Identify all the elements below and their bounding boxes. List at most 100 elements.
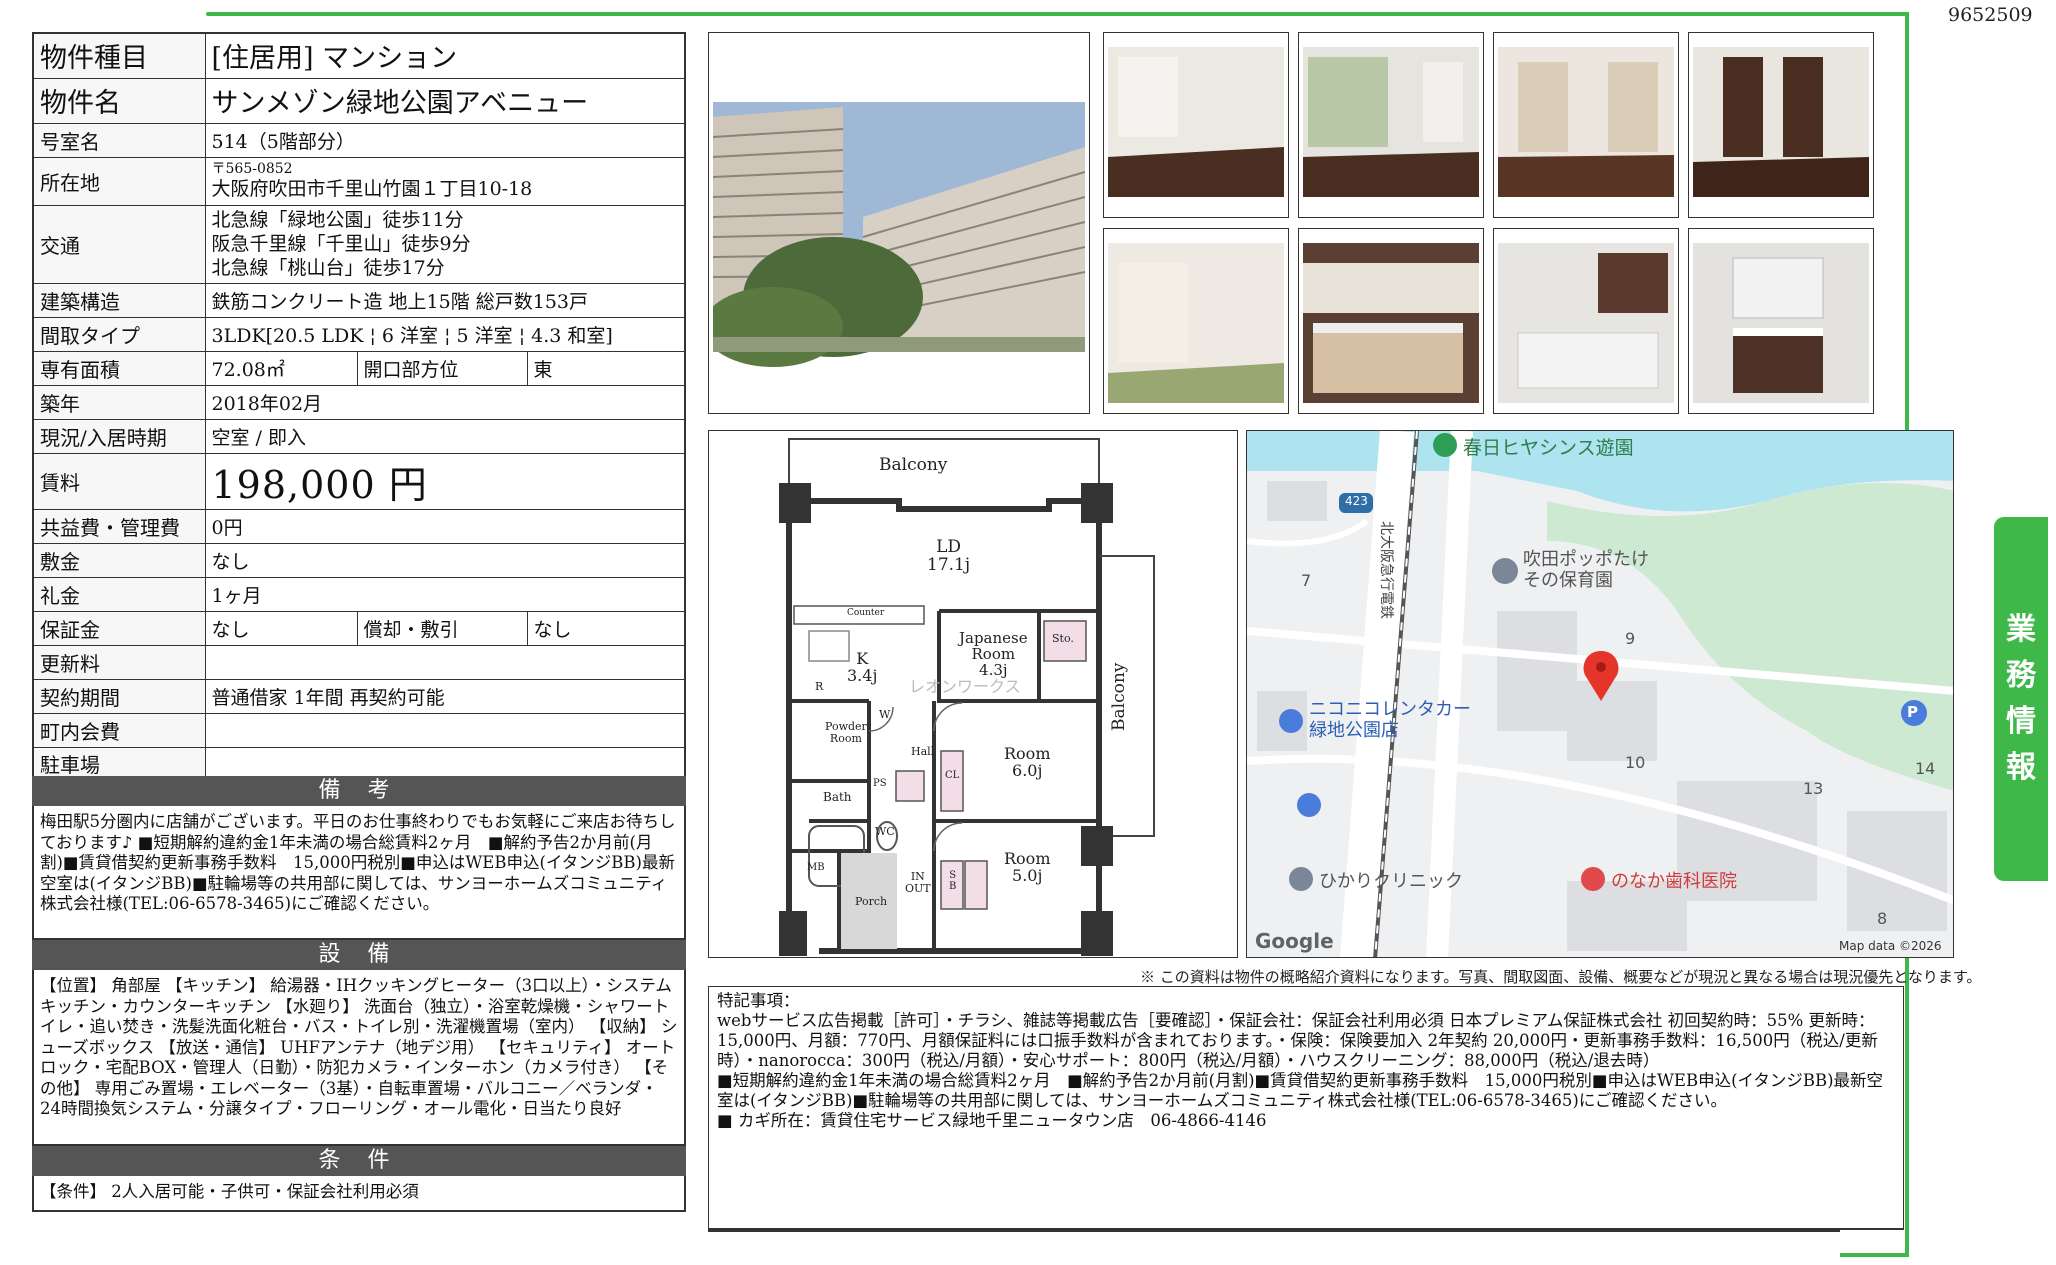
key-money-value: 1ヶ月 <box>204 576 686 612</box>
equipment-section-header: 設 備 <box>32 940 686 970</box>
type-label: 物件種目 <box>32 32 206 79</box>
interior-photo-1[interactable] <box>1103 32 1289 218</box>
property-info-table: 物件種目 [住居用] マンション 物件名 サンメゾン緑地公園アベニュー 号室名 … <box>32 32 686 782</box>
business-info-tab[interactable]: 業 務 情 報 <box>1994 517 2048 881</box>
railway-label: 北大阪急行電鉄 <box>1378 521 1394 619</box>
plan-watermark: レオンワークス <box>909 677 1021 696</box>
interior-photo-illustration <box>1498 233 1674 409</box>
interior-photo-6[interactable] <box>1298 228 1484 414</box>
block-number: 9 <box>1625 629 1636 648</box>
renewal-value <box>204 644 686 680</box>
interior-photo-5[interactable] <box>1103 228 1289 414</box>
area-value: 72.08㎡ <box>204 350 358 386</box>
amortization-value: なし <box>526 610 686 646</box>
interior-photo-illustration <box>1108 37 1284 213</box>
ps-label: PS <box>873 778 887 789</box>
contract-label: 契約期間 <box>32 678 206 714</box>
name-label: 物件名 <box>32 77 206 124</box>
block-number: 8 <box>1877 909 1888 928</box>
google-logo: Google <box>1255 929 1334 953</box>
park-label: 春日ヒヤシンス遊園 <box>1463 437 1634 459</box>
frame-bottom-border <box>1840 1253 1908 1257</box>
direction-label: 開口部方位 <box>356 350 528 386</box>
special-remarks-title: 特記事項： <box>717 991 800 1010</box>
interior-photo-illustration <box>1108 233 1284 409</box>
shoe-box-label: S B <box>949 870 957 892</box>
block-number: 13 <box>1803 779 1824 798</box>
map-data-credit: Map data ©2026 <box>1839 939 1942 953</box>
deposit-label: 敷金 <box>32 542 206 578</box>
special-remarks-line: ■ カギ所在：賃貸住宅サービス緑地千里ニュータウン店 06-4866-4146 <box>717 1111 1267 1130</box>
hall-label: Hall <box>911 745 935 758</box>
side-tab-char: 情 <box>2006 704 2036 739</box>
remarks-bottom-border <box>708 1228 1840 1232</box>
access-line: 北急線「緑地公園」徒歩11分 <box>211 209 464 231</box>
in-out-label: IN OUT <box>905 870 931 895</box>
bath-label: Bath <box>823 790 852 804</box>
frame-top-border <box>206 12 1906 16</box>
contract-value: 普通借家 1年間 再契約可能 <box>204 678 686 714</box>
balcony-right-label: Balcony <box>1109 662 1129 731</box>
name-value: サンメゾン緑地公園アベニュー <box>204 77 686 124</box>
guarantee-value: なし <box>204 610 358 646</box>
built-label: 築年 <box>32 384 206 420</box>
remarks-section-body: 梅田駅5分圏内に店舗がございます。平日のお仕事終わりでもお気軽にご来店お待ちして… <box>32 806 686 940</box>
balcony-top-label: Balcony <box>879 455 948 475</box>
remarks-bottom-border-right <box>1838 1228 1904 1230</box>
w-label: W <box>879 708 891 721</box>
room-value: 514（5階部分） <box>204 122 686 158</box>
interior-photo-illustration <box>1693 233 1869 409</box>
powder-room-label: Powder Room <box>825 720 867 745</box>
ld-label: LD 17.1j <box>927 537 971 575</box>
counter-label: Counter <box>847 608 885 618</box>
room6-label: Room 6.0j <box>1004 744 1051 780</box>
nursery-label: 吹田ポッポたけ その保育園 <box>1523 549 1649 591</box>
renewal-label: 更新料 <box>32 644 206 680</box>
interior-photo-illustration <box>1498 37 1674 213</box>
special-remarks-line: webサービス広告掲載［許可］・チラシ、雑誌等掲載広告［要確認］・保証会社：保証… <box>717 1011 1878 1070</box>
clinic-label: ひかりクリニック <box>1319 871 1463 892</box>
building-exterior-photo[interactable] <box>708 32 1090 414</box>
direction-value: 東 <box>526 350 686 386</box>
guarantee-label: 保証金 <box>32 610 206 646</box>
interior-photo-2[interactable] <box>1298 32 1484 218</box>
storage-label: Sto. <box>1052 632 1074 645</box>
conditions-section-header: 条 件 <box>32 1146 686 1176</box>
r-label: R <box>815 680 824 693</box>
area-label: 専有面積 <box>32 350 206 386</box>
room-label: 号室名 <box>32 122 206 158</box>
structure-value: 鉄筋コンクリート造 地上15階 総戸数153戸 <box>204 282 686 318</box>
japanese-room-label: Japanese Room 4.3j <box>959 629 1028 679</box>
interior-photo-3[interactable] <box>1493 32 1679 218</box>
wc-label: WC <box>875 825 895 838</box>
block-number: 7 <box>1301 571 1312 590</box>
rent-value: 198,000 円 <box>204 452 686 510</box>
status-value: 空室 / 即入 <box>204 418 686 454</box>
access-line: 北急線「桃山台」徒歩17分 <box>211 257 445 279</box>
kitchen-label: K 3.4j <box>847 649 878 685</box>
special-remarks-line: ■短期解約違約金1年未満の場合総賃料2ヶ月 ■解約予告2か月前(月割)■賃貸借契… <box>717 1071 1884 1110</box>
location-map[interactable]: 423 春日ヒヤシンス遊園 吹田ポッポたけ その保育園 ニコニコレンタカー 緑地… <box>1246 430 1954 958</box>
interior-photo-illustration <box>1303 233 1479 409</box>
porch-label: Porch <box>855 895 888 908</box>
interior-photo-4[interactable] <box>1688 32 1874 218</box>
association-value <box>204 712 686 748</box>
room5-label: Room 5.0j <box>1004 849 1051 885</box>
common-fee-label: 共益費・管理費 <box>32 508 206 544</box>
block-number: 10 <box>1625 753 1646 772</box>
interior-photo-7[interactable] <box>1493 228 1679 414</box>
access-label: 交通 <box>32 204 206 284</box>
access-line: 阪急千里線「千里山」徒歩9分 <box>211 233 471 255</box>
side-tab-char: 業 <box>2006 612 2036 647</box>
interior-photo-8[interactable] <box>1688 228 1874 414</box>
block-number: 14 <box>1915 759 1936 778</box>
deposit-value: なし <box>204 542 686 578</box>
disclaimer-note: ※ この資料は物件の概略紹介資料になります。写真、間取図面、設備、概要などが現況… <box>1140 968 1982 986</box>
rental-car-label: ニコニコレンタカー 緑地公園店 <box>1309 699 1471 741</box>
status-label: 現況/入居時期 <box>32 418 206 454</box>
key-money-label: 礼金 <box>32 576 206 612</box>
postal-code: 〒565-0852 <box>211 161 293 177</box>
special-remarks: 特記事項： webサービス広告掲載［許可］・チラシ、雑誌等掲載広告［要確認］・保… <box>708 986 1904 1228</box>
side-tab-char: 務 <box>2006 658 2036 693</box>
document-id: 9652509 <box>1948 4 2033 26</box>
